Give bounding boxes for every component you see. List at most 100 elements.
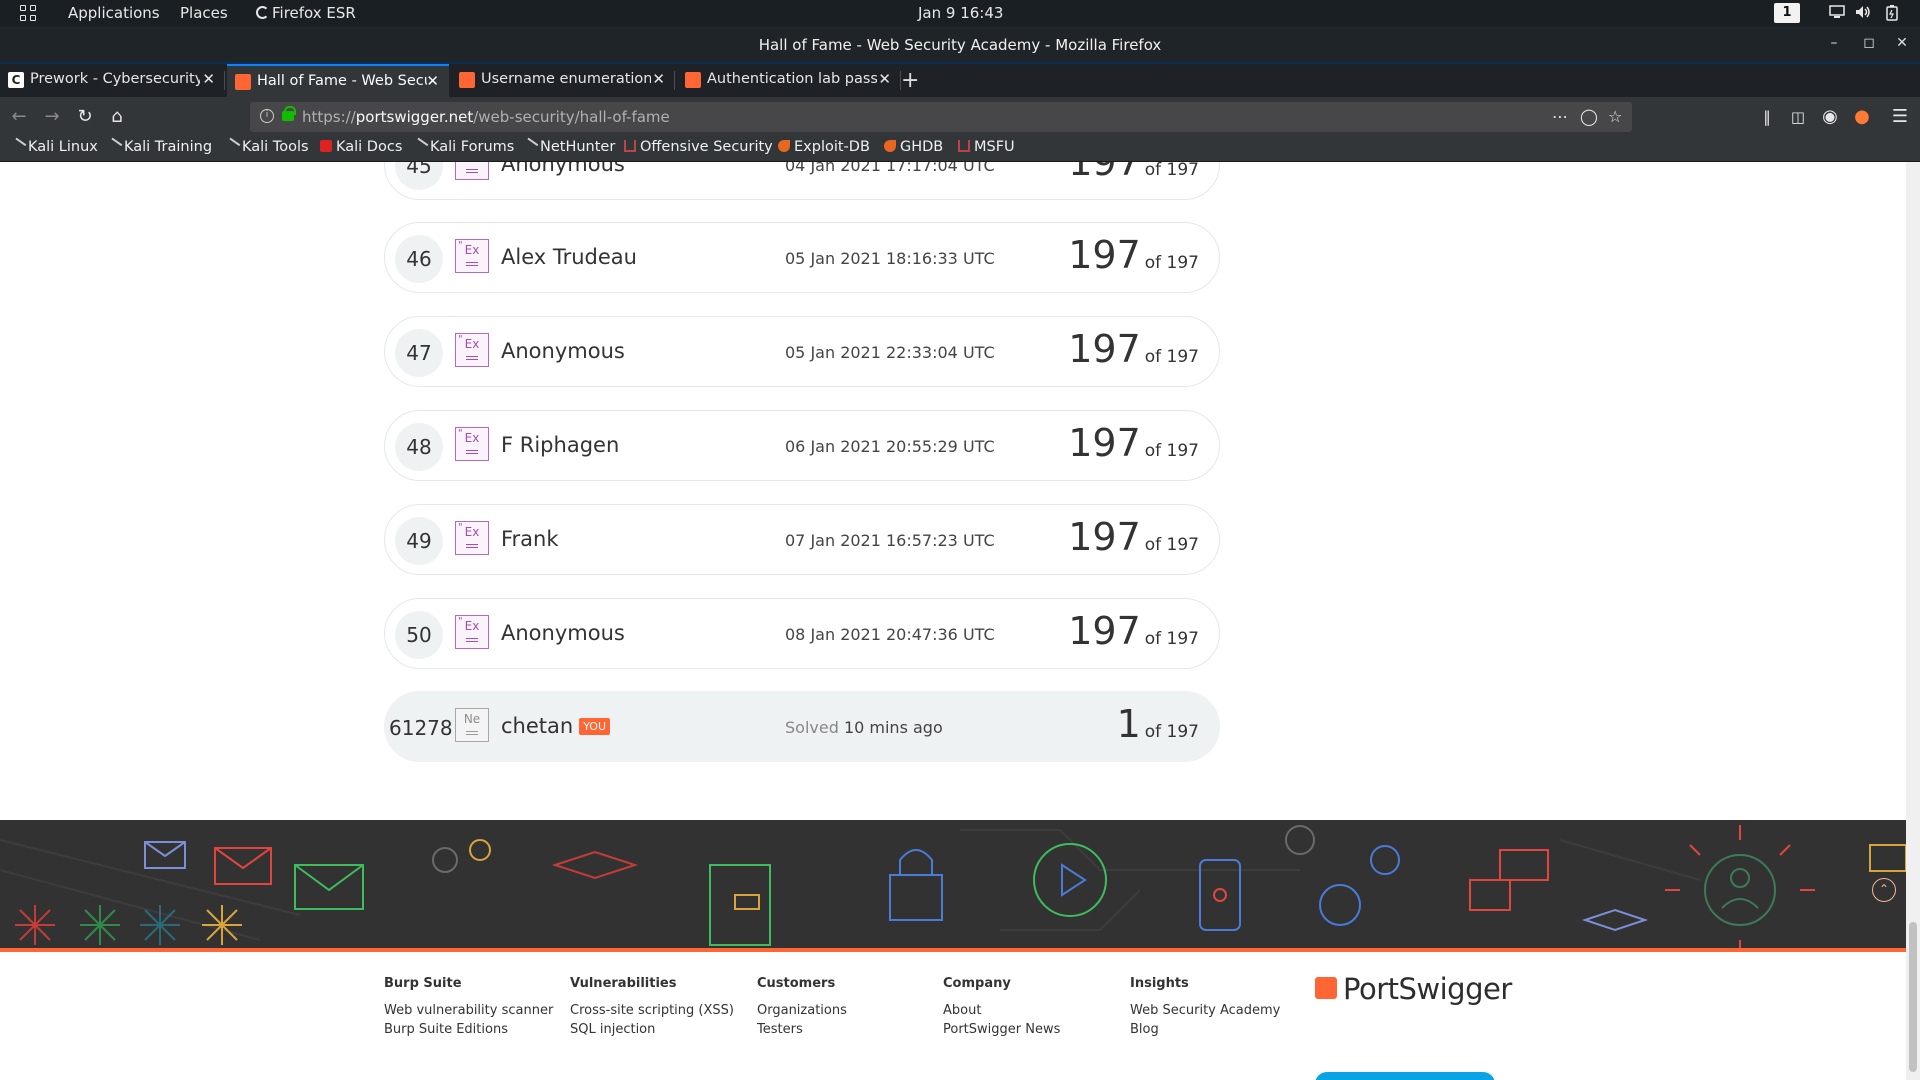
expert-badge-icon: "Ex — [455, 427, 489, 461]
display-icon[interactable] — [1829, 5, 1846, 21]
close-tab-icon[interactable]: ✕ — [878, 70, 891, 88]
battery-icon[interactable] — [1886, 5, 1903, 21]
workspace-indicator[interactable]: 1 — [1774, 3, 1800, 23]
footer-link[interactable]: Blog — [1130, 1022, 1280, 1037]
url-text[interactable]: https://portswigger.net/web-security/hal… — [302, 108, 670, 126]
bookmark-kali-tools[interactable]: Kali Tools — [223, 137, 309, 155]
bookmark-label: Kali Docs — [336, 139, 403, 155]
bookmark-kali-training[interactable]: Kali Training — [105, 137, 212, 155]
navigation-toolbar: ← → ↻ ⌂ i https://portswigger.net/web-se… — [0, 97, 1920, 137]
page-content: 45 "Ex Anonymous 04 Jan 2021 17:17:04 UT… — [0, 162, 1906, 1080]
page-scrollbar[interactable] — [1906, 162, 1920, 1080]
badge-text: Ex — [464, 525, 480, 539]
badge-lines — [466, 262, 478, 263]
score-total: of 197 — [1144, 347, 1199, 367]
reload-icon[interactable]: ↻ — [75, 107, 95, 127]
tab-label: Prework - Cybersecurity — [30, 71, 200, 87]
library-icon[interactable]: ‖ — [1757, 107, 1777, 127]
you-badge: YOU — [579, 718, 611, 735]
active-app-menu[interactable]: Firefox ESR — [256, 4, 356, 22]
graduation-cap-icons — [551, 850, 1649, 932]
portswigger-favicon-icon — [235, 74, 251, 90]
badge-lines — [466, 544, 478, 545]
offsec-icon — [624, 140, 636, 152]
home-icon[interactable]: ⌂ — [107, 107, 127, 127]
footer-link[interactable]: Web Security Academy — [1130, 1003, 1280, 1018]
footer-link[interactable]: PortSwigger News — [943, 1022, 1060, 1037]
tab-prework[interactable]: C Prework - Cybersecurity ✕ — [0, 64, 225, 97]
user-name: F Riphagen — [501, 433, 620, 457]
bookmark-label: Kali Tools — [242, 139, 309, 155]
forward-arrow-icon[interactable]: → — [42, 107, 62, 127]
bookmark-label: MSFU — [974, 139, 1015, 155]
score-value: 197 — [1068, 162, 1141, 184]
bookmark-star-icon[interactable]: ☆ — [1608, 107, 1622, 126]
site-info-icon[interactable]: i — [260, 109, 274, 123]
footer-link[interactable]: Organizations — [757, 1003, 847, 1018]
footer-link[interactable]: Web vulnerability scanner — [384, 1003, 553, 1018]
solve-date: 07 Jan 2021 16:57:23 UTC — [785, 531, 995, 550]
bookmark-kali-docs[interactable]: Kali Docs — [320, 139, 402, 155]
gnome-top-bar: Applications Places Firefox ESR Jan 9 16… — [0, 0, 1920, 27]
minimize-icon[interactable]: – — [1826, 35, 1842, 51]
newcomer-badge-icon: Ne — [455, 708, 489, 742]
score-total: of 197 — [1144, 441, 1199, 461]
secure-lock-icon[interactable] — [282, 106, 296, 121]
rank-number: 47 — [395, 329, 443, 377]
solve-date: 05 Jan 2021 18:16:33 UTC — [785, 249, 995, 268]
url-scheme: https:// — [302, 108, 356, 126]
back-arrow-icon[interactable]: ← — [9, 107, 29, 127]
hamburger-menu-icon[interactable]: ☰ — [1890, 107, 1910, 127]
close-tab-icon[interactable]: ✕ — [426, 72, 439, 90]
footer-cta-button[interactable] — [1315, 1072, 1495, 1080]
scrollbar-thumb[interactable] — [1909, 922, 1917, 1072]
clock[interactable]: Jan 9 16:43 — [918, 4, 1003, 22]
applications-menu[interactable]: Applications — [68, 4, 160, 22]
tab-authentication-lab[interactable]: Authentication lab passw ✕ — [677, 64, 901, 97]
volume-icon[interactable] — [1855, 5, 1872, 21]
score-total: of 197 — [1144, 162, 1199, 180]
account-icon[interactable]: ◉ — [1820, 107, 1840, 127]
expert-badge-icon: "Ex — [455, 521, 489, 555]
footer-link[interactable]: Testers — [757, 1022, 847, 1037]
close-tab-icon[interactable]: ✕ — [202, 70, 215, 88]
bookmark-kali-linux[interactable]: Kali Linux — [9, 137, 98, 155]
footer-link[interactable]: Burp Suite Editions — [384, 1022, 553, 1037]
pocket-icon[interactable]: ◯ — [1580, 107, 1598, 126]
bookmark-offensive-security[interactable]: Offensive Security — [624, 139, 773, 155]
address-bar[interactable]: i https://portswigger.net/web-security/h… — [250, 102, 1632, 132]
offsec-icon — [958, 140, 970, 152]
score-value: 197 — [1068, 421, 1141, 465]
footer-link[interactable]: SQL injection — [570, 1022, 734, 1037]
bookmark-label: Kali Forums — [430, 139, 515, 155]
kali-docs-icon — [320, 140, 332, 152]
bookmark-ghdb[interactable]: GHDB — [884, 139, 943, 155]
apps-grid-icon[interactable] — [20, 5, 38, 23]
sidebar-icon[interactable]: ◫ — [1788, 107, 1808, 127]
footer-link[interactable]: About — [943, 1003, 1060, 1018]
exploitdb-icon — [778, 140, 790, 152]
bookmark-nethunter[interactable]: NetHunter — [521, 137, 615, 155]
bookmark-exploit-db[interactable]: Exploit-DB — [778, 139, 870, 155]
maximize-icon[interactable]: ◻ — [1861, 35, 1877, 51]
user-name: Anonymous — [501, 162, 625, 176]
foxyproxy-extension-icon[interactable]: ● — [1852, 107, 1872, 127]
page-actions-icon[interactable]: ⋯ — [1552, 107, 1568, 126]
bookmark-kali-forums[interactable]: Kali Forums — [411, 137, 515, 155]
close-window-icon[interactable]: ✕ — [1894, 35, 1910, 51]
tab-hall-of-fame[interactable]: Hall of Fame - Web Secu ✕ — [227, 64, 449, 97]
user-name: Anonymous — [501, 339, 625, 363]
back-to-top-icon[interactable]: ⌃ — [1872, 878, 1896, 902]
asterisk-icons — [15, 905, 242, 945]
footer-link[interactable]: Cross-site scripting (XSS) — [570, 1003, 734, 1018]
bookmark-msfu[interactable]: MSFU — [958, 139, 1015, 155]
bookmark-label: GHDB — [900, 139, 944, 155]
tab-label: Hall of Fame - Web Secu — [257, 73, 427, 89]
envelope-icons — [144, 841, 364, 910]
places-menu[interactable]: Places — [180, 4, 228, 22]
close-tab-icon[interactable]: ✕ — [652, 70, 665, 88]
new-tab-plus-icon[interactable]: + — [901, 68, 919, 93]
site-footer: Burp Suite Web vulnerability scanner Bur… — [0, 956, 1906, 1080]
tab-username-enumeration[interactable]: Username enumeration v ✕ — [451, 64, 675, 97]
footer-heading: Company — [943, 976, 1011, 991]
